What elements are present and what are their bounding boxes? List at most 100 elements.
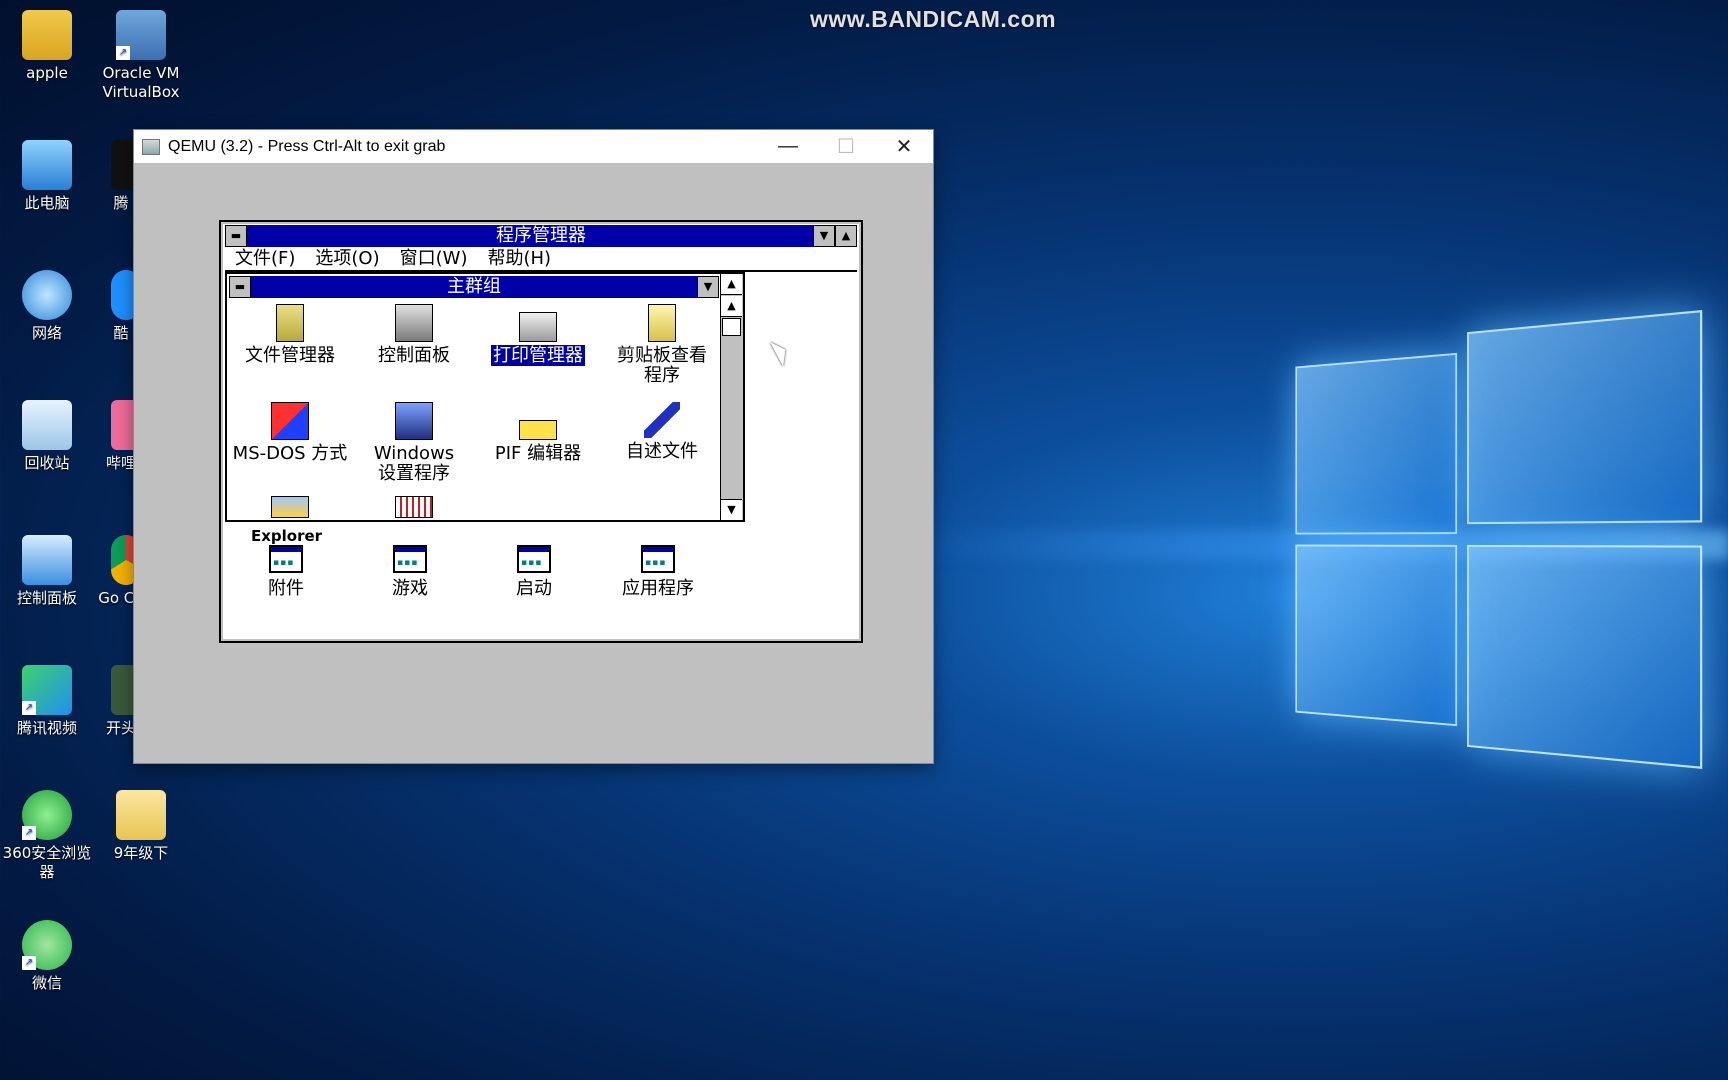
user-folder-icon <box>22 10 72 60</box>
program-group-icon <box>641 545 675 573</box>
qemu-titlebar[interactable]: QEMU (3.2) - Press Ctrl-Alt to exit grab… <box>134 130 933 163</box>
maximize-button[interactable]: ▲ <box>835 225 857 247</box>
desktop-icon-grade9[interactable]: 9年级下 <box>96 790 186 863</box>
desktop-icon-label: 控制面板 <box>16 589 77 607</box>
main-group-title: 主群组 <box>447 276 501 297</box>
globe-icon <box>22 270 72 320</box>
menu-window[interactable]: 窗口(W) <box>400 248 468 270</box>
desktop-icon-tencent-video[interactable]: ↗ 腾讯视频 <box>2 665 92 738</box>
minimize-button[interactable]: ▼ <box>813 225 835 247</box>
main-group-window[interactable]: ▬ 主群组 ▼ ▲ ▲ ▼ 文件管理器 控制面板 打印管理器 剪贴板查看程序 M… <box>225 272 745 522</box>
program-label: 控制面板 <box>378 345 450 366</box>
program-manager-titlebar[interactable]: ▬ 程序管理器 ▼ ▲ <box>225 225 857 247</box>
windows-setup-icon <box>395 402 433 440</box>
scroll-thumb[interactable] <box>722 318 741 336</box>
explorer-icon <box>271 496 309 518</box>
logo-pane <box>1295 544 1458 727</box>
desktop-icon-apple[interactable]: apple <box>2 10 92 83</box>
desktop-icon-label: 此电脑 <box>24 194 70 212</box>
desktop-icon-label: Oracle VM VirtualBox <box>102 64 180 101</box>
menu-bar: 文件(F) 选项(O) 窗口(W) 帮助(H) <box>225 248 857 272</box>
program-label-selected: 打印管理器 <box>491 345 585 366</box>
program-group-icon <box>269 545 303 573</box>
group-startup[interactable]: 启动 <box>479 545 589 599</box>
desktop-icon-360-browser[interactable]: ↗ 360安全浏览器 <box>2 790 92 882</box>
msdos-icon <box>271 402 309 440</box>
group-applications[interactable]: 应用程序 <box>603 545 713 599</box>
control-panel-icon <box>395 304 433 342</box>
group-label: 应用程序 <box>622 578 694 599</box>
maximize-button[interactable]: ☐ <box>817 130 875 163</box>
main-group-titlebar[interactable]: ▬ 主群组 ▼ <box>229 276 719 298</box>
computer-icon <box>22 140 72 190</box>
close-button[interactable]: ✕ <box>875 130 933 163</box>
desktop-icon-network[interactable]: 网络 <box>2 270 92 343</box>
qemu-window[interactable]: QEMU (3.2) - Press Ctrl-Alt to exit grab… <box>134 130 933 763</box>
group-label: 游戏 <box>392 578 428 599</box>
vertical-scrollbar[interactable]: ▲ ▲ ▼ <box>720 274 743 520</box>
minimize-button[interactable]: ▼ <box>697 276 719 298</box>
minimize-button[interactable]: — <box>759 130 817 163</box>
desktop-icon-wechat[interactable]: ↗ 微信 <box>2 920 92 993</box>
browser-e-icon: ↗ <box>22 790 72 840</box>
file-cabinet-icon <box>276 304 304 342</box>
group-accessories[interactable]: 附件 <box>231 545 341 599</box>
system-menu-button[interactable]: ▬ <box>229 276 251 298</box>
program-clipboard-viewer[interactable]: 剪贴板查看程序 <box>603 304 721 386</box>
program-label: Windows 设置程序 <box>373 443 455 484</box>
readme-pen-icon <box>644 402 680 438</box>
printer-icon <box>519 312 557 342</box>
control-panel-icon <box>22 535 72 585</box>
menu-file[interactable]: 文件(F) <box>235 248 295 270</box>
windows-logo-wallpaper <box>1295 308 1725 772</box>
desktop-icon-virtualbox[interactable]: ↗ Oracle VM VirtualBox <box>96 10 186 102</box>
group-label: 启动 <box>516 578 552 599</box>
grid-app-icon <box>395 496 433 518</box>
program-label: MS-DOS 方式 <box>232 443 348 464</box>
program-partial-2[interactable] <box>355 496 473 520</box>
desktop-icon-label: 网络 <box>31 324 62 342</box>
desktop-icon-label: 腾讯视频 <box>16 719 77 737</box>
group-label: 附件 <box>268 578 304 599</box>
menu-options[interactable]: 选项(O) <box>315 248 379 270</box>
program-msdos[interactable]: MS-DOS 方式 <box>231 402 349 464</box>
menu-help[interactable]: 帮助(H) <box>487 248 551 270</box>
scroll-up-arrow[interactable]: ▲ <box>721 296 742 317</box>
program-manager-title: 程序管理器 <box>496 225 586 246</box>
program-explorer-partial[interactable] <box>231 496 349 520</box>
desktop-icon-this-pc[interactable]: 此电脑 <box>2 140 92 213</box>
program-pif-editor[interactable]: PIF 编辑器 <box>479 402 597 464</box>
program-group-icon <box>517 545 551 573</box>
desktop-icon-label: apple <box>26 64 68 82</box>
desktop-icon-recycle-bin[interactable]: 回收站 <box>2 400 92 473</box>
logo-pane <box>1467 309 1703 525</box>
program-label: 文件管理器 <box>245 345 335 366</box>
program-manager-window[interactable]: ▬ 程序管理器 ▼ ▲ 文件(F) 选项(O) 窗口(W) 帮助(H) ▬ 主群… <box>219 220 863 643</box>
program-group-icon <box>393 545 427 573</box>
program-readme[interactable]: 自述文件 <box>603 402 721 462</box>
program-control-panel[interactable]: 控制面板 <box>355 304 473 366</box>
logo-pane <box>1467 544 1703 769</box>
desktop-icon-label: 9年级下 <box>113 844 169 862</box>
play-icon: ↗ <box>22 665 72 715</box>
program-label: 剪贴板查看程序 <box>617 345 707 386</box>
pif-tag-icon <box>519 420 557 440</box>
system-menu-button[interactable]: ▬ <box>225 225 247 247</box>
desktop-icon-label: 360安全浏览器 <box>2 844 92 881</box>
qemu-app-icon <box>142 138 160 155</box>
desktop-icon-control-panel[interactable]: 控制面板 <box>2 535 92 608</box>
folder-icon <box>116 790 166 840</box>
program-windows-setup[interactable]: Windows 设置程序 <box>355 402 473 484</box>
bandicam-watermark: www.BANDICAM.com <box>810 6 1057 32</box>
group-games[interactable]: 游戏 <box>355 545 465 599</box>
program-label: 自述文件 <box>626 441 698 462</box>
scroll-down-button[interactable]: ▼ <box>721 499 742 520</box>
program-file-manager[interactable]: 文件管理器 <box>231 304 349 366</box>
desktop-icon-label: 回收站 <box>24 454 70 472</box>
program-label: PIF 编辑器 <box>494 443 582 464</box>
scroll-up-button[interactable]: ▲ <box>721 274 742 295</box>
desktop-icon-label: 微信 <box>31 974 62 992</box>
program-print-manager[interactable]: 打印管理器 <box>479 304 597 366</box>
clipboard-icon <box>648 304 676 342</box>
virtualbox-icon: ↗ <box>116 10 166 60</box>
